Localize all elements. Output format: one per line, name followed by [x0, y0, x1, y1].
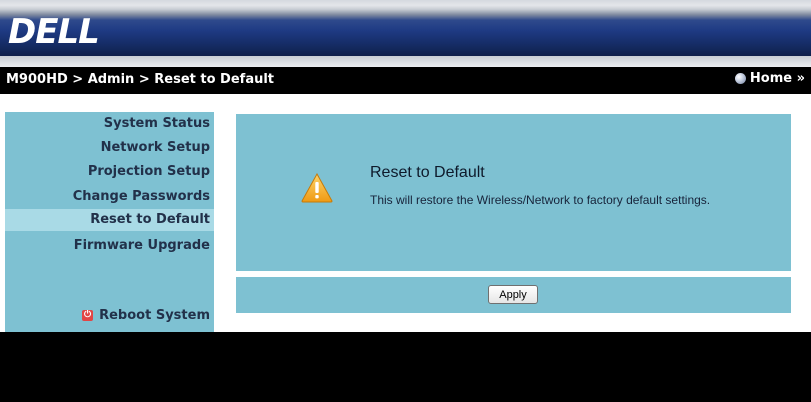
sidebar-item-reset-to-default[interactable]: Reset to Default [5, 209, 214, 231]
reset-panel: Reset to Default This will restore the W… [236, 114, 791, 271]
dell-logo: DELL [8, 12, 100, 52]
sidebar-item-projection-setup[interactable]: Projection Setup [88, 164, 210, 179]
reboot-system-label: Reboot System [99, 308, 210, 323]
panel-title: Reset to Default [370, 164, 485, 181]
reboot-system-button[interactable]: ⏻ Reboot System [82, 308, 210, 323]
panel-description: This will restore the Wireless/Network t… [370, 193, 711, 207]
apply-panel: Apply [236, 277, 791, 313]
header-banner: DELL [0, 0, 811, 67]
navbar: M900HD > Admin > Reset to Default Home » [0, 67, 811, 94]
sidebar-item-network-setup[interactable]: Network Setup [101, 140, 210, 155]
home-link[interactable]: Home » [734, 71, 805, 86]
content-area: System Status Network Setup Projection S… [0, 94, 811, 332]
home-globe-icon [734, 73, 746, 84]
warning-icon [301, 173, 333, 203]
power-icon: ⏻ [82, 310, 94, 321]
sidebar: System Status Network Setup Projection S… [5, 112, 214, 332]
home-link-label: Home » [749, 71, 805, 86]
sidebar-item-change-passwords[interactable]: Change Passwords [73, 189, 210, 204]
header-stripe [0, 56, 811, 67]
sidebar-item-system-status[interactable]: System Status [104, 116, 210, 131]
breadcrumb: M900HD > Admin > Reset to Default [6, 72, 275, 87]
apply-button[interactable]: Apply [488, 285, 538, 304]
sidebar-item-firmware-upgrade[interactable]: Firmware Upgrade [74, 238, 210, 253]
